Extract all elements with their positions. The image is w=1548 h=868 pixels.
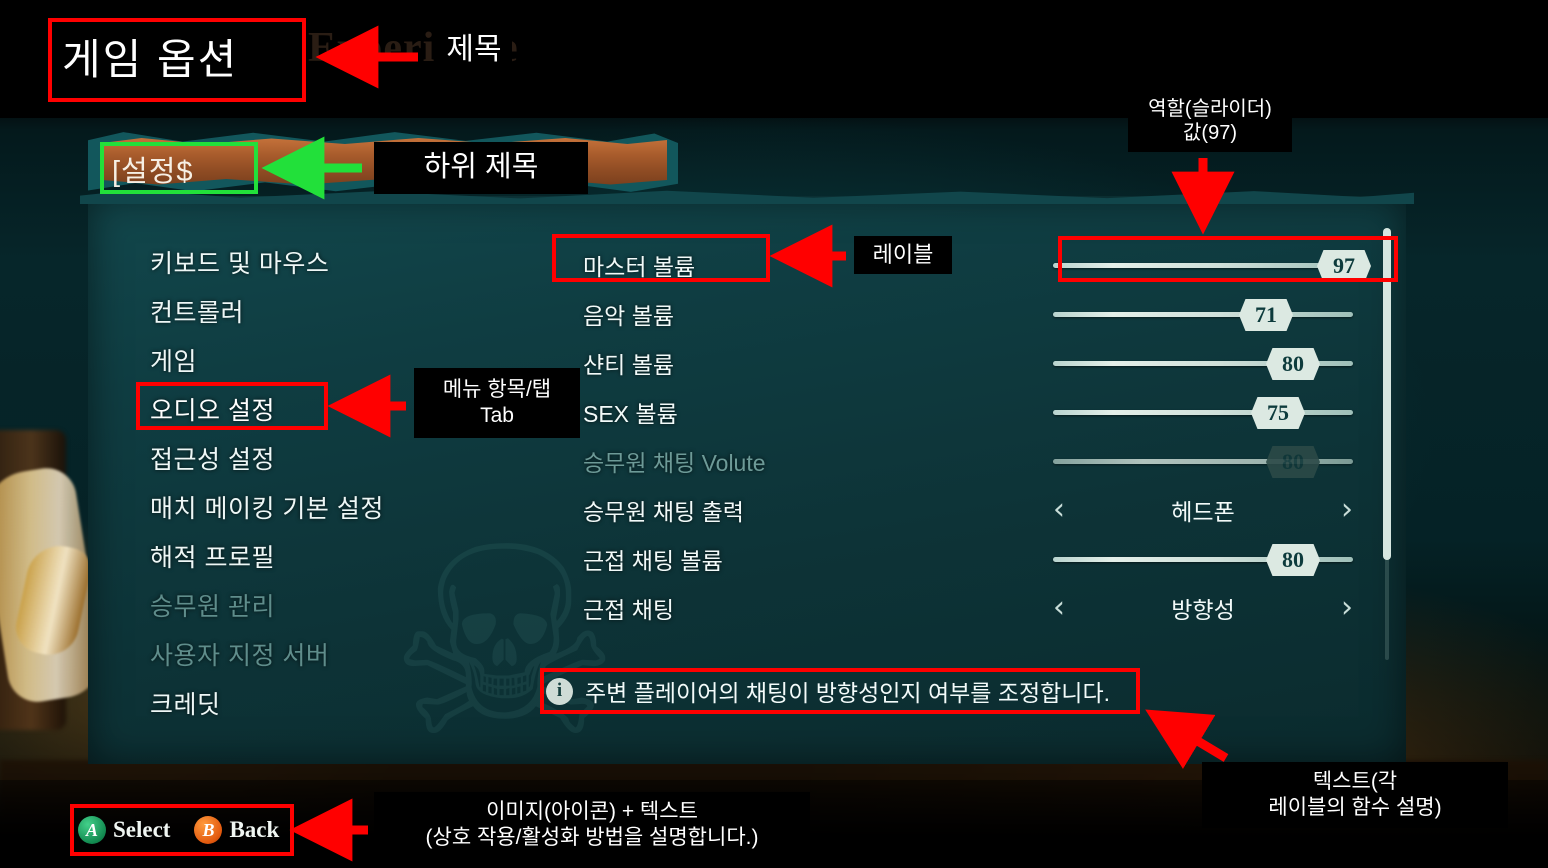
info-icon: i [546, 677, 573, 705]
annotation-slider-line2: 값(97) [1183, 122, 1237, 144]
setting-label-sfx-volume: SEX 볼륨 [583, 400, 678, 427]
annotation-image-text-line1: 이미지(아이콘) + 텍스트 [486, 800, 698, 824]
prompt-select[interactable]: A Select [78, 816, 170, 844]
annotation-menu-tab-line2: Tab [480, 404, 514, 427]
chevron-left-icon[interactable]: ‹ [1053, 494, 1065, 525]
annotation-label-subtitle: 하위 제목 [374, 142, 588, 194]
slider-thumb-value[interactable]: 80 [1266, 348, 1320, 380]
slider-track [1053, 263, 1353, 268]
sidebar-item-pirate-profile[interactable]: 해적 프로필 [150, 534, 520, 583]
stepper-proximity-chat[interactable]: ‹ 방향성 › [1053, 583, 1353, 632]
slider-master-volume[interactable]: 97 [1053, 240, 1371, 289]
slider-crew-chat-volume: 80 [1053, 436, 1353, 485]
slider-thumb-value[interactable]: 97 [1317, 250, 1371, 282]
setting-row-crew-chat-output[interactable]: 승무원 채팅 출력 ‹ 헤드폰 › [583, 485, 1373, 534]
slider-track [1053, 312, 1353, 317]
annotation-label-menu-tab: 메뉴 항목/탭 Tab [414, 368, 580, 438]
slider-music-volume[interactable]: 71 [1053, 289, 1353, 338]
annotation-label-label: 레이블 [854, 236, 952, 274]
stepper-value: 헤드폰 [1171, 498, 1235, 525]
setting-control-music-volume[interactable]: 71 [1053, 289, 1353, 338]
prompt-back-label: Back [229, 817, 280, 842]
annotation-text-line1: 텍스트(각 [1312, 770, 1398, 794]
slider-track [1053, 410, 1353, 415]
sidebar-item-matchmaking[interactable]: 매치 메이킹 기본 설정 [150, 485, 520, 534]
page-title: 게임 옵션 [62, 36, 239, 83]
setting-control-proximity-chat-volume[interactable]: 80 [1053, 534, 1353, 583]
setting-label-proximity-chat: 근접 채팅 [583, 596, 675, 623]
slider-shanty-volume[interactable]: 80 [1053, 338, 1353, 387]
setting-label-crew-chat-output: 승무원 채팅 출력 [583, 498, 744, 525]
slider-thumb-value[interactable]: 80 [1266, 544, 1320, 576]
button-prompt-bar: A Select B Back [78, 808, 290, 852]
annotation-image-text-line2: (상호 작용/활성화 방법을 설명합니다.) [425, 826, 759, 849]
button-a-icon: A [78, 816, 106, 844]
setting-row-sfx-volume[interactable]: SEX 볼륨 75 [583, 387, 1373, 436]
settings-sidebar: 키보드 및 마우스 컨트롤러 게임 오디오 설정 접근성 설정 매치 메이킹 기… [150, 240, 520, 730]
chevron-left-icon[interactable]: ‹ [1053, 592, 1065, 623]
setting-label-proximity-chat-volume: 근접 채팅 볼륨 [583, 547, 723, 574]
setting-row-proximity-chat[interactable]: 근접 채팅 ‹ 방향성 › [583, 583, 1373, 632]
screenshot-root: Experience 게임 옵션 ☠ [설정$ 키보드 및 마우스 컨트롤러 게… [0, 0, 1548, 868]
annotation-label-slider: 역할(슬라이더) 값(97) [1128, 90, 1292, 152]
setting-control-proximity-chat[interactable]: ‹ 방향성 › [1053, 583, 1353, 632]
annotation-text-line2: 레이블의 함수 설명) [1268, 796, 1442, 819]
slider-thumb-value[interactable]: 71 [1239, 299, 1293, 331]
sidebar-item-keyboard-mouse[interactable]: 키보드 및 마우스 [150, 240, 520, 289]
scrollbar-thumb[interactable] [1383, 228, 1391, 560]
sub-title: [설정$ [112, 156, 194, 188]
setting-control-sfx-volume[interactable]: 75 [1053, 387, 1353, 436]
slider-proximity-chat-volume[interactable]: 80 [1053, 534, 1353, 583]
slider-thumb-value: 80 [1266, 446, 1320, 478]
info-description-bar: i 주변 플레이어의 채팅이 방향성인지 여부를 조정합니다. [546, 670, 1132, 712]
setting-row-music-volume[interactable]: 음악 볼륨 71 [583, 289, 1373, 338]
setting-row-crew-chat-volume: 승무원 채팅 Volute 80 [583, 436, 1373, 485]
prompt-select-label: Select [113, 817, 171, 842]
slider-thumb-value[interactable]: 75 [1251, 397, 1305, 429]
annotation-title-text: 제목 [446, 32, 502, 66]
annotation-menu-tab-line1: 메뉴 항목/탭 [442, 378, 552, 402]
chevron-right-icon[interactable]: › [1341, 592, 1353, 623]
chevron-right-icon[interactable]: › [1341, 494, 1353, 525]
setting-control-master-volume[interactable]: 97 [1053, 240, 1371, 289]
annotation-label-image-text: 이미지(아이콘) + 텍스트 (상호 작용/활성화 방법을 설명합니다.) [374, 792, 810, 858]
setting-row-shanty-volume[interactable]: 샨티 볼륨 80 [583, 338, 1373, 387]
annotation-label-text: 레이블 [872, 241, 934, 267]
setting-label-shanty-volume: 샨티 볼륨 [583, 351, 675, 378]
settings-rows: 마스터 볼륨 97 음악 볼륨 71 샨티 볼륨 80 SEX 볼륨 75 승무… [583, 240, 1373, 632]
setting-row-proximity-chat-volume[interactable]: 근접 채팅 볼륨 80 [583, 534, 1373, 583]
annotation-slider-line1: 역할(슬라이더) [1148, 97, 1272, 120]
stepper-crew-chat-output[interactable]: ‹ 헤드폰 › [1053, 485, 1353, 534]
sidebar-item-custom-server[interactable]: 사용자 지정 서버 [150, 632, 520, 681]
sidebar-item-controller[interactable]: 컨트롤러 [150, 289, 520, 338]
setting-control-shanty-volume[interactable]: 80 [1053, 338, 1353, 387]
setting-control-crew-chat-volume: 80 [1053, 436, 1353, 485]
button-b-icon: B [194, 816, 223, 844]
setting-control-crew-chat-output[interactable]: ‹ 헤드폰 › [1053, 485, 1353, 534]
slider-sfx-volume[interactable]: 75 [1053, 387, 1353, 436]
setting-label-crew-chat-volume: 승무원 채팅 Volute [583, 449, 766, 476]
stepper-value: 방향성 [1171, 596, 1235, 623]
sidebar-item-crew-management[interactable]: 승무원 관리 [150, 583, 520, 632]
annotation-label-text-desc: 텍스트(각 레이블의 함수 설명) [1202, 762, 1508, 828]
sidebar-item-accessibility[interactable]: 접근성 설정 [150, 436, 520, 485]
sidebar-item-credits[interactable]: 크레딧 [150, 681, 520, 730]
prompt-back[interactable]: B Back [194, 816, 279, 844]
annotation-subtitle-text: 하위 제목 [423, 151, 539, 184]
setting-row-master-volume[interactable]: 마스터 볼륨 97 [583, 240, 1373, 289]
annotation-label-title: 제목 [436, 26, 512, 74]
info-description-text: 주변 플레이어의 채팅이 방향성인지 여부를 조정합니다. [585, 680, 1111, 706]
setting-label-music-volume: 음악 볼륨 [583, 302, 675, 329]
